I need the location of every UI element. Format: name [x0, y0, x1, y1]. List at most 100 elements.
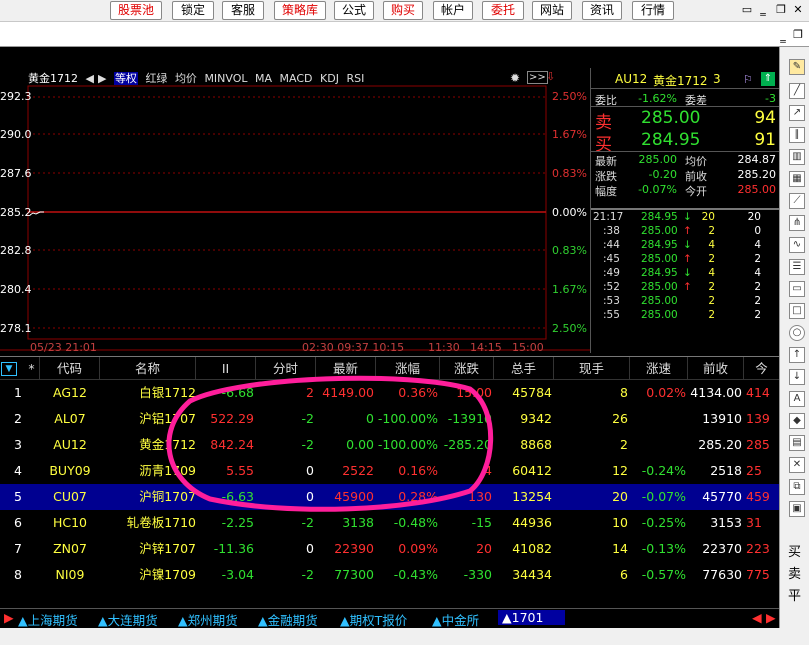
scroll-right-icon[interactable]: ▶: [766, 610, 776, 625]
tick-extra: 2: [754, 309, 761, 321]
col-header[interactable]: 涨速: [630, 357, 688, 380]
text-icon[interactable]: A: [789, 391, 805, 407]
cell-prev: 285.20: [698, 437, 742, 452]
tick-direction-icon: ↑: [683, 253, 692, 265]
lock-button[interactable]: 锁定: [172, 1, 214, 20]
tick-row: :53 285.00 2 2: [591, 295, 780, 309]
col-header[interactable]: *: [24, 357, 40, 380]
cell-fs: -2: [301, 567, 314, 582]
parallel-icon[interactable]: ∥: [789, 127, 805, 143]
delete-icon[interactable]: ✕: [789, 457, 805, 473]
cell-n: 8: [14, 567, 22, 582]
sell-shortcut[interactable]: 卖: [788, 563, 801, 582]
tab-1701[interactable]: ▲1701: [498, 610, 566, 625]
cell-x: 31: [746, 515, 762, 530]
cell-cur: 6: [620, 567, 628, 582]
min-window-icon[interactable]: ‗: [756, 3, 770, 16]
stat-label: 今开: [685, 185, 707, 198]
cycle-icon[interactable]: ☰: [789, 259, 805, 275]
up-arrow-icon[interactable]: ↑: [789, 347, 805, 363]
table-row[interactable]: 7 ZN07 沪锌1707 -11.36 0 22390 0.09% 20 41082 14 -0.…: [0, 536, 779, 562]
circle-icon[interactable]: ○: [789, 325, 805, 341]
cell-last: 77300: [334, 567, 374, 582]
wave-icon[interactable]: ∿: [789, 237, 805, 253]
lock-icon[interactable]: ▣: [789, 501, 805, 517]
mark-icon[interactable]: ◆: [789, 413, 805, 429]
box-icon[interactable]: ▭: [789, 281, 805, 297]
tick-price: 285.00: [641, 225, 678, 237]
collapse-icon[interactable]: ⇑: [761, 72, 775, 86]
tick-volume: 2: [708, 225, 715, 237]
rect-icon[interactable]: □: [789, 303, 805, 319]
cell-spd: -0.07%: [641, 489, 686, 504]
cell-code: NI09: [55, 567, 85, 582]
formula-button[interactable]: 公式: [334, 1, 374, 20]
tab-cffex[interactable]: ▲金融期货: [258, 610, 318, 629]
inner-min-icon[interactable]: ‗: [776, 30, 790, 43]
tab-options[interactable]: ▲期权T报价: [340, 610, 407, 629]
minimize-icon[interactable]: ▭: [740, 3, 754, 16]
fan-icon[interactable]: ⟋: [789, 193, 805, 209]
account-button[interactable]: 帐户: [433, 1, 473, 20]
purchase-button[interactable]: 购买: [383, 1, 423, 20]
stat-value: 285.20: [737, 168, 777, 181]
inner-restore-icon[interactable]: ❐: [791, 28, 805, 41]
tab-cfe[interactable]: ▲中金所: [432, 610, 479, 629]
cell-x: 25: [746, 463, 762, 478]
line-icon[interactable]: ╱: [789, 83, 805, 99]
close-position-shortcut[interactable]: 平: [788, 585, 801, 604]
cell-cur: 14: [612, 541, 628, 556]
buy-shortcut[interactable]: 买: [788, 541, 801, 560]
alert-icon[interactable]: ⚐: [743, 73, 753, 86]
bars-icon[interactable]: ▥: [789, 149, 805, 165]
cell-cur: 2: [620, 437, 628, 452]
eraser-icon[interactable]: ▤: [789, 435, 805, 451]
stat-label: 最新: [595, 155, 617, 168]
tick-price: 284.95: [641, 267, 678, 279]
col-header[interactable]: 代码: [40, 357, 100, 380]
news-button[interactable]: 资讯: [582, 1, 622, 20]
intraday-chart[interactable]: 黄金1712 ◀ ▶ 等权 红绿 均价 MINVOL MA MACD KDJ RS…: [0, 68, 590, 354]
customer-service-button[interactable]: 客服: [222, 1, 264, 20]
col-header[interactable]: 现手: [554, 357, 630, 380]
fork-icon[interactable]: ⋔: [789, 215, 805, 231]
ray-icon[interactable]: ↗: [789, 105, 805, 121]
tab-dce[interactable]: ▲大连期货: [98, 610, 158, 629]
x-tick: 11:30: [428, 341, 460, 354]
cell-n: 6: [14, 515, 22, 530]
grid-icon[interactable]: ▦: [789, 171, 805, 187]
cell-spd: -0.25%: [641, 515, 686, 530]
tab-arrow-icon[interactable]: ▶: [4, 610, 14, 625]
cell-x: 139: [746, 411, 770, 426]
copy-icon[interactable]: ⧉: [789, 479, 805, 495]
tick-row: :55 285.00 2 2: [591, 309, 780, 323]
scroll-left-icon[interactable]: ◀: [752, 610, 762, 625]
draw-icon[interactable]: ✎: [789, 59, 805, 75]
dropdown-icon[interactable]: ▼: [1, 362, 17, 376]
cell-cur: 20: [612, 489, 628, 504]
tick-extra: 0: [754, 225, 761, 237]
down-arrow-icon[interactable]: ↓: [789, 369, 805, 385]
cell-n: 1: [14, 385, 22, 400]
website-button[interactable]: 网站: [532, 1, 572, 20]
cell-vol: 34434: [512, 567, 552, 582]
close-icon[interactable]: ✕: [791, 3, 805, 16]
tick-price: 284.95: [641, 211, 678, 223]
strategy-library-button[interactable]: 策略库: [274, 1, 326, 20]
market-button[interactable]: 行情: [632, 1, 674, 20]
buy-price[interactable]: 284.95: [641, 130, 700, 150]
cell-prev: 13910: [702, 411, 742, 426]
order-button[interactable]: 委托: [482, 1, 524, 20]
col-header[interactable]: 今: [744, 357, 779, 380]
cell-chg: -0.43%: [393, 567, 438, 582]
sell-price[interactable]: 285.00: [641, 108, 700, 128]
table-row[interactable]: 8 NI09 沪镍1709 -3.04 -2 77300 -0.43% -330 34434 6-…: [0, 562, 779, 588]
tab-shfe[interactable]: ▲上海期货: [18, 610, 78, 629]
cell-code: CU07: [53, 489, 87, 504]
tab-czce[interactable]: ▲郑州期货: [178, 610, 238, 629]
restore-icon[interactable]: ❐: [774, 3, 788, 16]
col-header[interactable]: 前收: [688, 357, 744, 380]
cell-x: 223: [746, 541, 770, 556]
stock-pool-button[interactable]: 股票池: [110, 1, 162, 20]
x-tick: 02:30 09:37 10:15: [302, 341, 405, 354]
